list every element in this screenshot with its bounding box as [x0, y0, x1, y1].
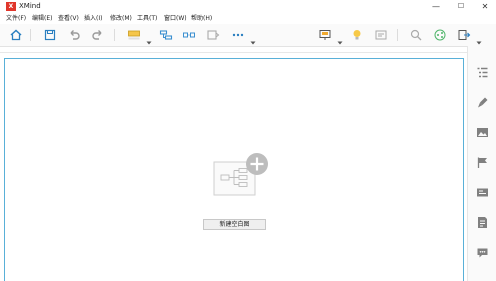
menu-help[interactable]: 帮助(H)	[191, 13, 212, 24]
menu-modify[interactable]: 修改(M)	[110, 13, 132, 24]
outline-view-icon[interactable]	[374, 28, 388, 42]
subtopic-icon[interactable]	[159, 28, 173, 42]
chevron-down-icon[interactable]	[337, 31, 343, 45]
save-icon[interactable]	[43, 28, 57, 42]
marker-flag-icon[interactable]	[476, 156, 489, 169]
menu-file[interactable]: 文件(F)	[6, 13, 26, 24]
toolbar-separator	[30, 29, 31, 41]
menu-view[interactable]: 查看(V)	[58, 13, 79, 24]
library-icon[interactable]	[476, 186, 489, 199]
close-button[interactable]: ✕	[475, 0, 495, 13]
menu-window[interactable]: 窗口(W)	[164, 13, 187, 24]
outline-icon[interactable]	[476, 66, 489, 79]
export-icon[interactable]	[457, 28, 471, 42]
menu-bar: 文件(F) 编辑(E) 查看(V) 插入(I) 修改(M) 工具(T) 窗口(W…	[0, 13, 496, 24]
window-title: XMind	[19, 2, 41, 10]
toolbar-separator	[114, 29, 115, 41]
redo-icon[interactable]	[91, 28, 105, 42]
chevron-down-icon[interactable]	[476, 31, 482, 45]
comments-icon[interactable]	[476, 246, 489, 259]
image-icon[interactable]	[476, 126, 489, 139]
idea-icon[interactable]	[350, 28, 364, 42]
chevron-down-icon[interactable]	[146, 31, 152, 45]
title-bar: X XMind — ☐ ✕	[0, 0, 496, 13]
menu-edit[interactable]: 编辑(E)	[32, 13, 52, 24]
search-icon[interactable]	[409, 28, 423, 42]
toolbar	[0, 24, 496, 47]
toolbar-separator	[397, 29, 398, 41]
divider	[0, 52, 467, 53]
minimize-button[interactable]: —	[426, 0, 446, 13]
boundary-icon[interactable]	[206, 28, 220, 42]
undo-icon[interactable]	[67, 28, 81, 42]
more-icon[interactable]	[231, 28, 245, 42]
menu-insert[interactable]: 插入(I)	[84, 13, 102, 24]
empty-map-icon	[213, 153, 269, 197]
format-brush-icon[interactable]	[476, 96, 489, 109]
topic-style-icon[interactable]	[127, 28, 141, 42]
menu-tools[interactable]: 工具(T)	[137, 13, 157, 24]
new-blank-map-button[interactable]: 新建空白图	[203, 219, 266, 230]
chevron-down-icon[interactable]	[250, 31, 256, 45]
maximize-button[interactable]: ☐	[451, 0, 471, 13]
home-icon[interactable]	[9, 28, 23, 42]
xmind-logo-icon: X	[6, 2, 16, 11]
right-sidebar	[467, 46, 496, 281]
relationship-icon[interactable]	[182, 28, 196, 42]
share-icon[interactable]	[433, 28, 447, 42]
notes-icon[interactable]	[476, 216, 489, 229]
presentation-icon[interactable]	[318, 28, 332, 42]
